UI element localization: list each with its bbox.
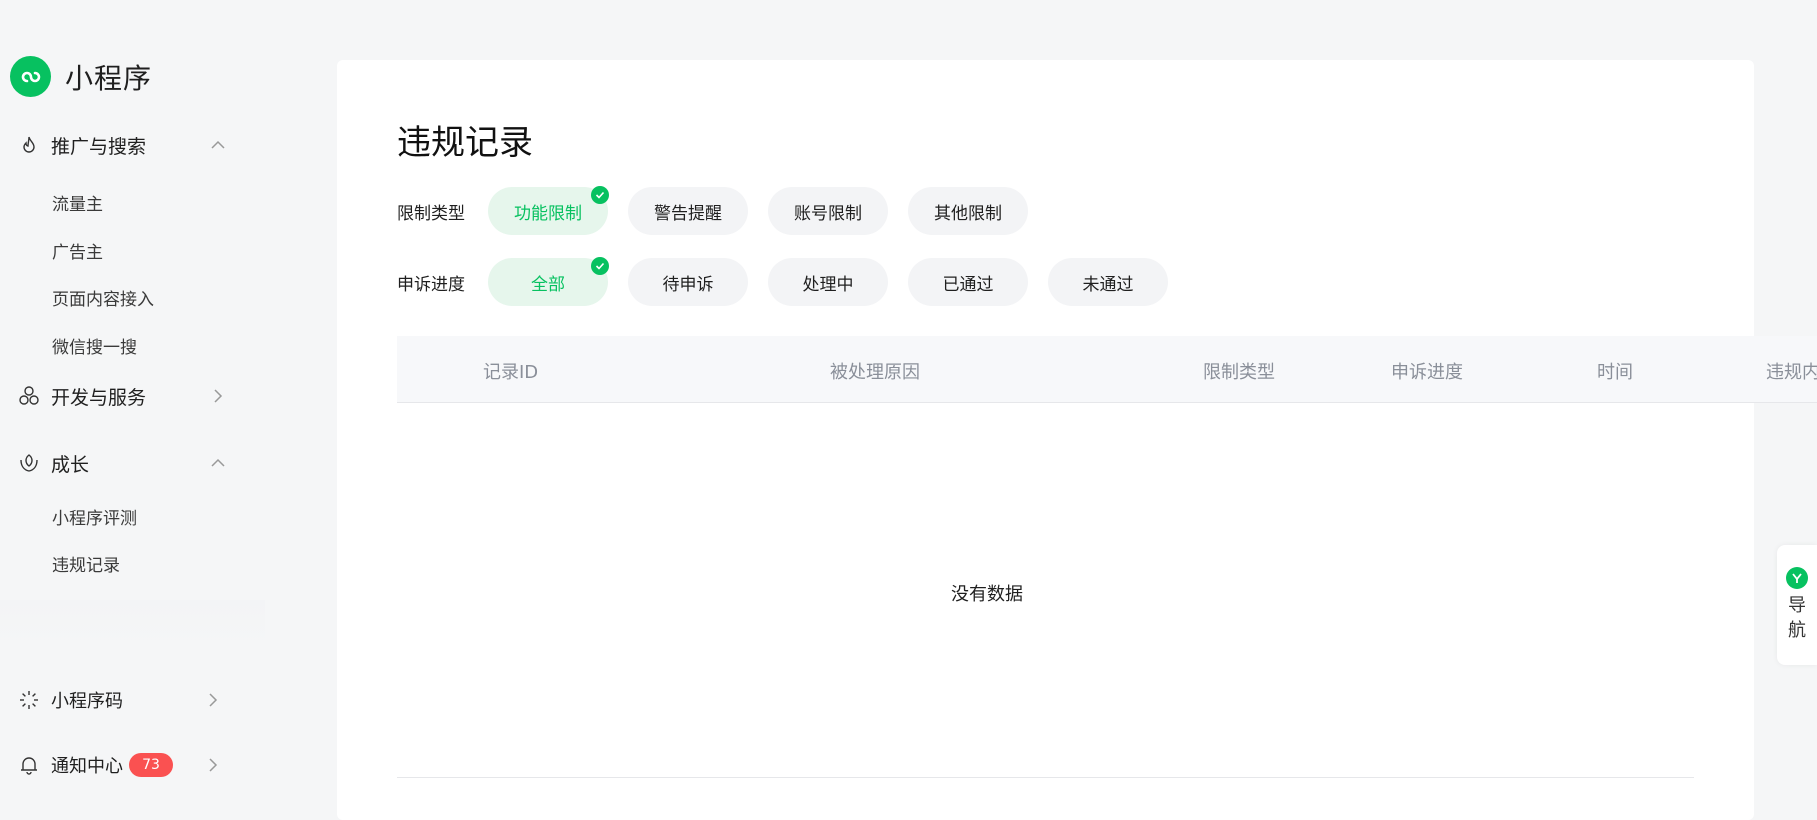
chip-other-restriction[interactable]: 其他限制 [908, 187, 1028, 235]
chip-processing[interactable]: 处理中 [768, 258, 888, 306]
filter-label: 限制类型 [397, 203, 465, 224]
nav-group-dev-service[interactable]: 开发与服务 [18, 381, 228, 411]
main-card: 违规记录 限制类型 功能限制 警告提醒 账号限制 其他限制 申诉进度 全部 待申… [337, 60, 1817, 820]
chip-rejected[interactable]: 未通过 [1048, 258, 1168, 306]
notification-count-badge: 73 [129, 753, 173, 777]
nav-item-miniprogram-code[interactable]: 小程序码 [18, 685, 228, 715]
check-icon [591, 186, 609, 204]
chip-label: 全部 [531, 274, 565, 295]
column-header-violation-content: 违规内 [1766, 362, 1817, 383]
nav-group-label: 成长 [51, 453, 90, 476]
brand[interactable]: 小程序 [10, 56, 152, 97]
column-header-record-id: 记录ID [483, 362, 539, 383]
chevron-up-icon [211, 458, 225, 467]
chip-warning[interactable]: 警告提醒 [628, 187, 748, 235]
filter-label: 申诉进度 [397, 274, 465, 295]
sidebar-divider [0, 600, 265, 646]
chip-label: 功能限制 [514, 203, 582, 224]
chevron-up-icon [211, 140, 225, 149]
table-bottom-border [397, 777, 1694, 778]
check-icon [591, 257, 609, 275]
chip-function-restriction[interactable]: 功能限制 [488, 186, 609, 235]
chip-approved[interactable]: 已通过 [908, 258, 1028, 306]
sidebar-item-evaluation[interactable]: 小程序评测 [52, 504, 137, 529]
page-title: 违规记录 [397, 123, 533, 163]
nav-group-label: 推广与搜索 [51, 135, 147, 158]
sidebar-item-wechat-search[interactable]: 微信搜一搜 [52, 333, 137, 358]
sidebar-item-page-content[interactable]: 页面内容接入 [52, 285, 154, 310]
column-header-restriction-type: 限制类型 [1203, 362, 1275, 383]
column-header-appeal-progress: 申诉进度 [1391, 362, 1463, 383]
chip-label: 警告提醒 [654, 203, 722, 224]
filter-row-appeal: 申诉进度 全部 待申诉 处理中 已通过 未通过 [397, 257, 1188, 306]
chevron-right-icon [209, 693, 218, 707]
nav-item-label: 小程序码 [51, 691, 123, 712]
chip-label: 已通过 [942, 274, 994, 295]
chip-label: 未通过 [1082, 274, 1134, 295]
nav-group-growth[interactable]: 成长 [18, 448, 228, 478]
sidebar: 小程序 推广与搜索 流量主 广告主 页面内容接入 微信搜一搜 开发与服务 成长 … [0, 0, 265, 799]
chip-account-restriction[interactable]: 账号限制 [768, 187, 888, 235]
table-header: 记录ID 被处理原因 限制类型 申诉进度 时间 违规内 [397, 336, 1817, 403]
chevron-right-icon [209, 758, 218, 772]
filter-row-restriction: 限制类型 功能限制 警告提醒 账号限制 其他限制 [397, 186, 1048, 235]
hexagon-cluster-icon [18, 385, 40, 407]
floating-nav-label: 导航 [1788, 595, 1806, 641]
empty-state-text: 没有数据 [951, 584, 1023, 605]
bell-icon [18, 754, 40, 776]
flame-icon [18, 134, 40, 156]
chip-label: 账号限制 [794, 203, 862, 224]
nav-group-promotion[interactable]: 推广与搜索 [18, 130, 228, 160]
chip-all[interactable]: 全部 [488, 257, 609, 306]
chevron-right-icon [214, 389, 223, 403]
floating-nav-button[interactable]: 导航 [1777, 545, 1817, 665]
column-header-reason: 被处理原因 [830, 362, 920, 383]
miniprogram-logo-icon [10, 56, 51, 97]
chip-label: 处理中 [802, 274, 854, 295]
leaf-hand-icon [18, 452, 40, 474]
sidebar-item-advertiser[interactable]: 广告主 [52, 238, 103, 263]
brand-title: 小程序 [65, 61, 153, 95]
column-header-time: 时间 [1597, 362, 1633, 383]
sidebar-item-violation-records[interactable]: 违规记录 [52, 551, 120, 576]
chip-label: 其他限制 [934, 203, 1002, 224]
sidebar-item-traffic-owner[interactable]: 流量主 [52, 190, 103, 215]
nav-item-label: 通知中心 [51, 756, 123, 777]
nav-group-label: 开发与服务 [51, 386, 147, 409]
chip-pending-appeal[interactable]: 待申诉 [628, 258, 748, 306]
sunburst-icon [18, 689, 40, 711]
nav-item-notification-center[interactable]: 通知中心 73 [18, 750, 228, 780]
nav-logo-icon [1786, 567, 1808, 589]
chip-label: 待申诉 [662, 274, 714, 295]
